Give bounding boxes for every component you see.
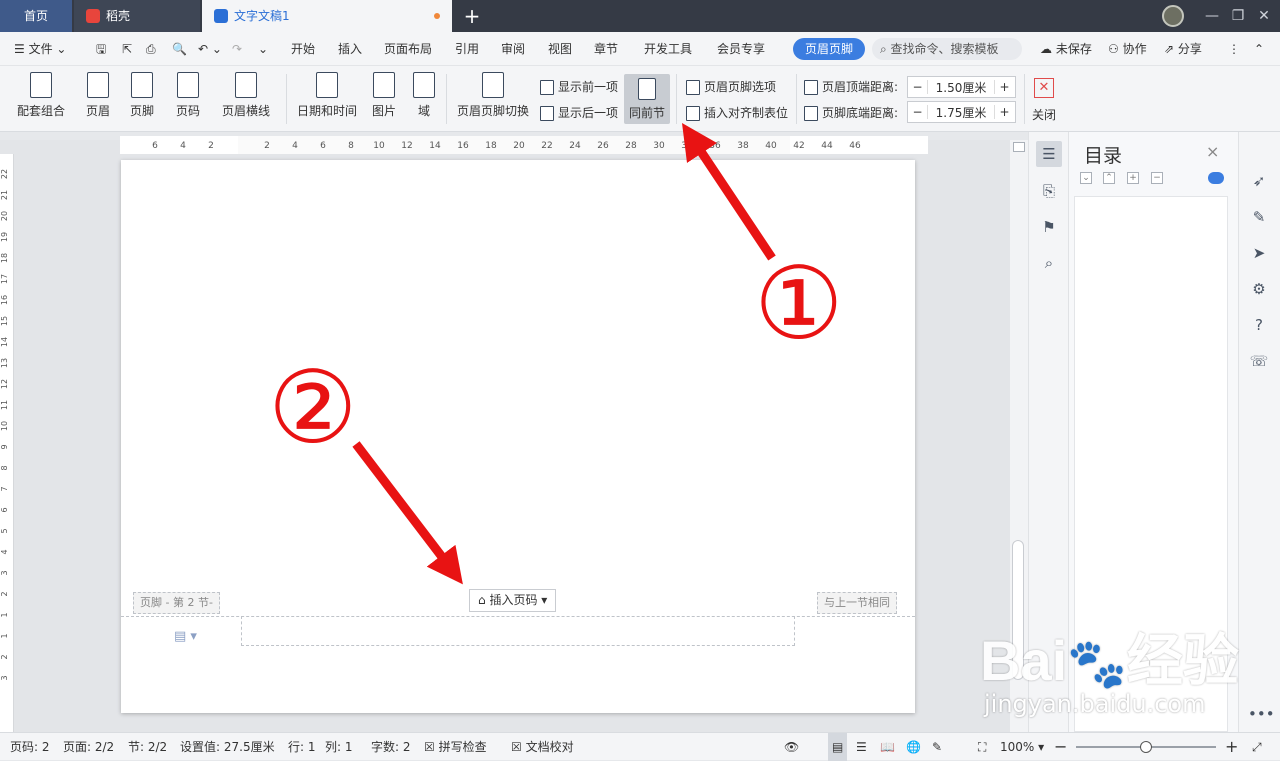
- watermark-brand-cn: 经验: [1126, 629, 1239, 692]
- watermark-brand: Bai: [980, 629, 1068, 692]
- arrow-to-same-as-prev: [682, 123, 776, 261]
- baidu-watermark: Bai🐾经验: [980, 616, 1239, 697]
- marker-2: ②: [268, 349, 358, 466]
- marker-1: ①: [754, 245, 844, 362]
- watermark-url: jingyan.baidu.com: [984, 690, 1206, 718]
- arrow-to-insert-page-number: [352, 441, 463, 585]
- paw-icon: 🐾: [1067, 638, 1127, 691]
